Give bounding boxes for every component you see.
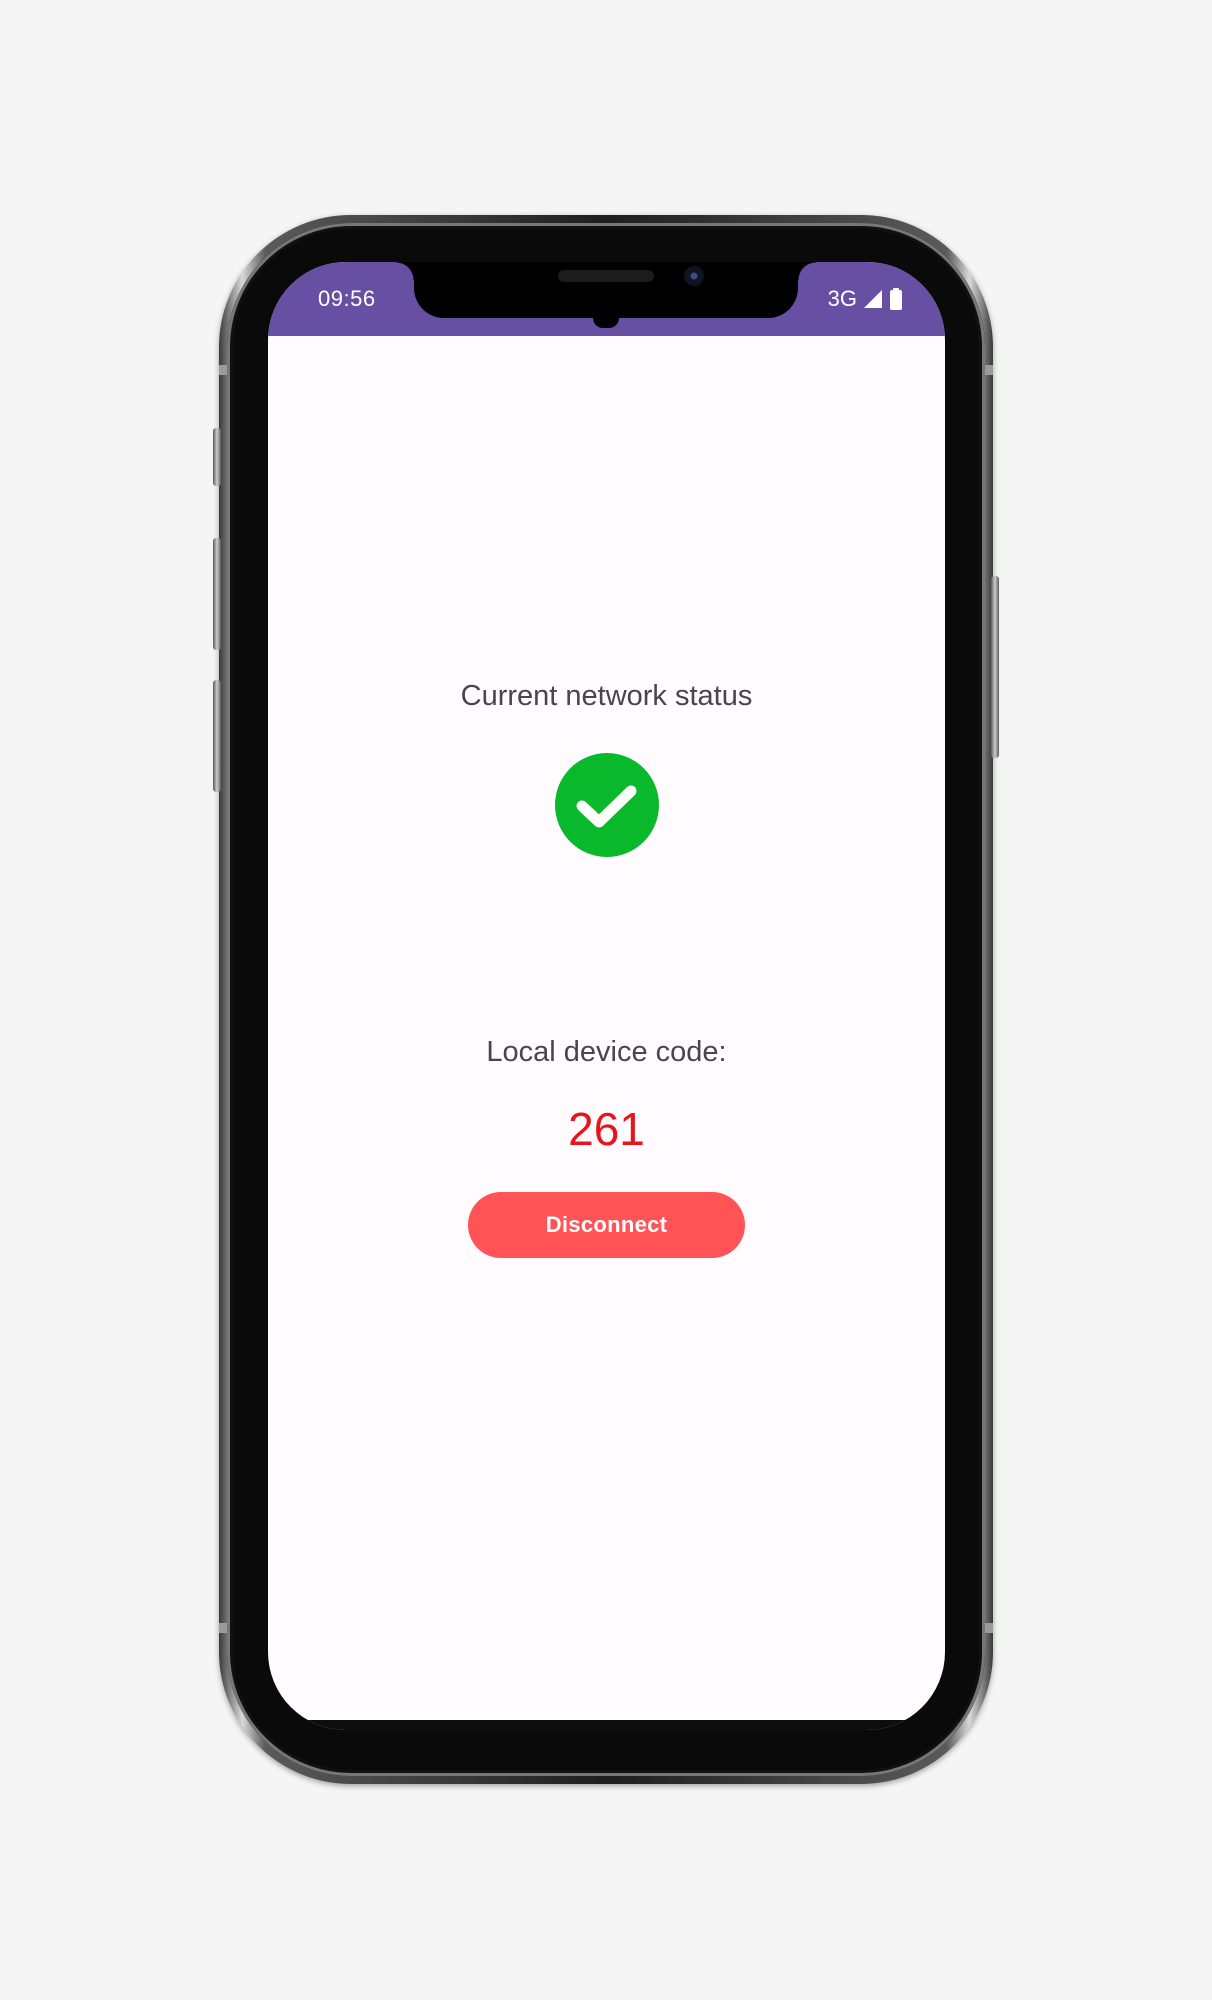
- volume-down-button: [213, 680, 221, 792]
- battery-icon: [890, 288, 902, 310]
- device-code-label: Local device code:: [486, 1036, 727, 1068]
- front-camera-icon: [684, 266, 704, 286]
- antenna-band: [219, 365, 227, 375]
- network-type: 3G: [827, 286, 857, 311]
- camera-notch: [396, 262, 816, 318]
- check-circle-icon: [555, 753, 659, 857]
- antenna-band: [985, 1623, 993, 1633]
- network-status-label: Current network status: [460, 680, 753, 712]
- phone-screen: 09:56 3G Current network status Local de…: [268, 262, 945, 1730]
- antenna-band: [985, 365, 993, 375]
- disconnect-button[interactable]: Disconnect: [468, 1192, 745, 1258]
- earpiece-speaker: [558, 270, 654, 282]
- status-indicators: 3G: [828, 286, 903, 312]
- power-button: [991, 576, 999, 758]
- screen-bottom-edge: [268, 1720, 945, 1730]
- silent-switch: [213, 428, 221, 486]
- device-code-value: 261: [568, 1103, 645, 1155]
- antenna-band: [219, 1623, 227, 1633]
- status-time: 09:56: [318, 286, 376, 311]
- volume-up-button: [213, 538, 221, 650]
- signal-icon: [864, 290, 882, 308]
